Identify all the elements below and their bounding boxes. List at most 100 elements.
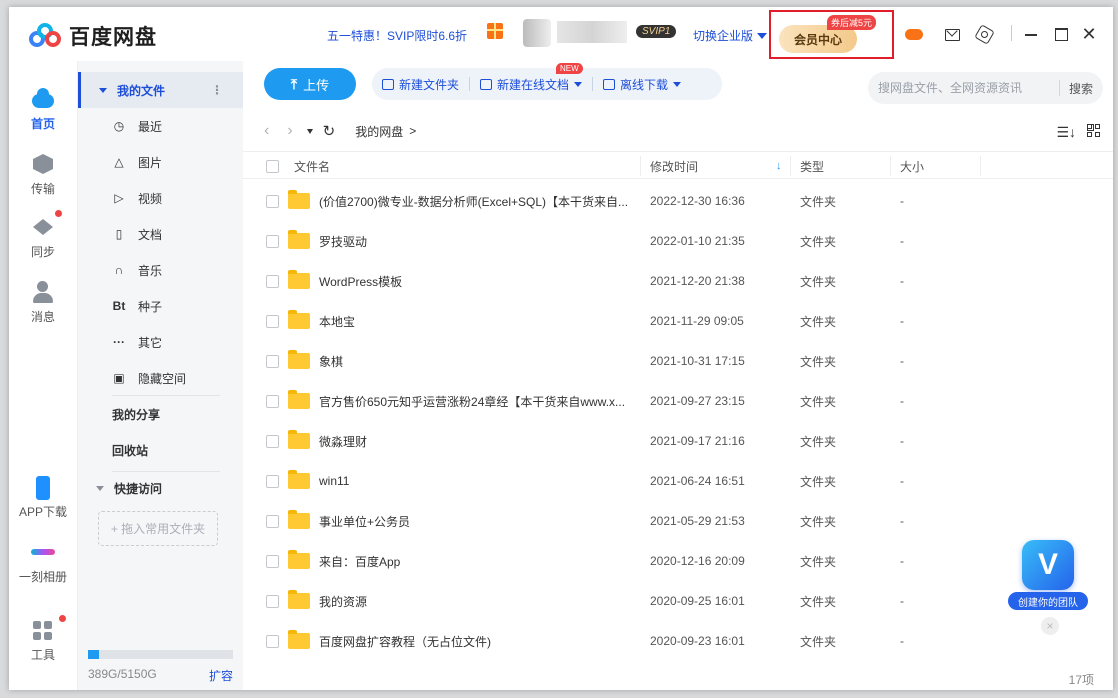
sidebar-item-category[interactable]: ◷ 最近 <box>78 108 244 144</box>
sidebar-item-category[interactable]: △ 图片 <box>78 144 244 180</box>
grid-view-icon[interactable] <box>1087 124 1101 138</box>
offline-download-button[interactable]: 离线下载 <box>593 76 691 93</box>
file-name[interactable]: 本地宝 <box>319 313 639 330</box>
row-checkbox[interactable] <box>266 514 279 528</box>
sort-list-icon[interactable]: ☰↓ <box>1056 124 1076 141</box>
quick-access-drop-zone[interactable]: + 拖入常用文件夹 <box>98 511 218 546</box>
row-checkbox[interactable] <box>266 274 279 288</box>
folder-icon <box>288 550 310 569</box>
new-folder-button[interactable]: 新建文件夹 <box>372 76 469 93</box>
maximize-icon[interactable] <box>1053 25 1071 43</box>
sidebar-item-my-files[interactable]: 我的文件 ⋮ <box>78 72 244 108</box>
row-checkbox[interactable] <box>266 634 279 648</box>
more-vertical-icon[interactable]: ⋮ <box>211 83 223 97</box>
avatar[interactable] <box>523 19 551 47</box>
switch-enterprise-button[interactable]: 切换企业版 <box>693 27 768 44</box>
upload-button[interactable]: ⤒ 上传 <box>264 68 356 100</box>
row-checkbox[interactable] <box>266 394 279 408</box>
sidebar-item-category[interactable]: ▷ 视频 <box>78 180 244 216</box>
row-checkbox[interactable] <box>266 434 279 448</box>
row-checkbox[interactable] <box>266 554 279 568</box>
settings-icon[interactable] <box>975 25 993 43</box>
column-header-type[interactable]: 类型 <box>800 152 824 180</box>
table-row[interactable]: 罗技驱动 2022-01-10 21:35 文件夹 - <box>243 221 1113 261</box>
table-row[interactable]: win11 2021-06-24 16:51 文件夹 - <box>243 461 1113 501</box>
username-blurred[interactable] <box>557 21 627 43</box>
close-icon[interactable]: ✕ <box>1080 25 1098 43</box>
folder-icon <box>288 430 310 449</box>
column-header-name[interactable]: 文件名 <box>294 152 330 180</box>
back-icon[interactable]: ‹ <box>264 122 269 140</box>
storage-usage-bar <box>88 650 233 659</box>
game-icon[interactable] <box>905 25 923 43</box>
nav-photo[interactable]: 一刻相册 <box>9 541 77 585</box>
sidebar-item-category[interactable]: ▣ 隐藏空间 <box>78 360 244 396</box>
file-name[interactable]: 百度网盘扩容教程（无占位文件) <box>319 633 639 650</box>
table-row[interactable]: 象棋 2021-10-31 17:15 文件夹 - <box>243 341 1113 381</box>
nav-home[interactable]: 首页 <box>9 88 77 132</box>
table-row[interactable]: (价值2700)微专业-数据分析师(Excel+SQL)【本干货来自... 202… <box>243 181 1113 221</box>
sidebar-item-recycle[interactable]: 回收站 <box>78 432 244 468</box>
breadcrumb[interactable]: 我的网盘 <box>355 123 403 140</box>
nav-app-download[interactable]: APP下载 <box>9 476 77 520</box>
file-name[interactable]: win11 <box>319 474 639 488</box>
file-name[interactable]: 象棋 <box>319 353 639 370</box>
row-checkbox[interactable] <box>266 234 279 248</box>
minimize-icon[interactable] <box>1023 25 1041 43</box>
row-checkbox[interactable] <box>266 474 279 488</box>
file-name[interactable]: 官方售价650元知乎运营涨粉24章经【本干货来自www.x... <box>319 393 639 410</box>
file-type: 文件夹 <box>800 274 837 289</box>
sidebar-item-category[interactable]: ∩ 音乐 <box>78 252 244 288</box>
nav-sync[interactable]: 同步 <box>9 216 77 260</box>
sort-desc-icon[interactable]: ↓ <box>776 152 782 180</box>
column-header-size[interactable]: 大小 <box>900 152 924 180</box>
table-row[interactable]: 我的资源 2020-09-25 16:01 文件夹 - <box>243 581 1113 621</box>
file-name[interactable]: 罗技驱动 <box>319 233 639 250</box>
row-checkbox[interactable] <box>266 594 279 608</box>
sidebar-item-category[interactable]: Bt 种子 <box>78 288 244 324</box>
table-row[interactable]: 来自：百度App 2020-12-16 20:09 文件夹 - <box>243 541 1113 581</box>
create-team-widget[interactable]: V 创建你的团队 <box>1008 536 1088 616</box>
row-checkbox[interactable] <box>266 354 279 368</box>
refresh-icon[interactable]: ↻ <box>323 122 336 140</box>
search-input[interactable] <box>868 81 1059 95</box>
column-header-time[interactable]: 修改时间 <box>650 152 698 180</box>
file-name[interactable]: WordPress模板 <box>319 273 639 290</box>
promo-link[interactable]: 五一特惠！SVIP限时6.6折 <box>327 27 467 44</box>
table-row[interactable]: 百度网盘扩容教程（无占位文件) 2020-09-23 16:01 文件夹 - <box>243 621 1113 661</box>
table-row[interactable]: 微淼理财 2021-09-17 21:16 文件夹 - <box>243 421 1113 461</box>
file-name[interactable]: 微淼理财 <box>319 433 639 450</box>
expand-storage-link[interactable]: 扩容 <box>209 667 233 684</box>
sidebar-item-quick-access[interactable]: 快捷访问 <box>78 470 244 506</box>
sidebar-item-category[interactable]: ▯ 文档 <box>78 216 244 252</box>
row-checkbox[interactable] <box>266 194 279 208</box>
close-widget-icon[interactable]: × <box>1041 617 1059 635</box>
svip-badge[interactable]: SVIP1 <box>636 25 677 38</box>
mail-icon[interactable] <box>943 25 961 43</box>
file-name[interactable]: 来自：百度App <box>319 553 639 570</box>
new-online-doc-button[interactable]: 新建在线文档 NEW <box>470 62 592 93</box>
title-bar: 百度网盘 五一特惠！SVIP限时6.6折 SVIP1 切换企业版 会员中心 券后… <box>9 7 1113 61</box>
breadcrumb-separator: > <box>409 124 417 138</box>
table-row[interactable]: 事业单位+公务员 2021-05-29 21:53 文件夹 - <box>243 501 1113 541</box>
main-panel: ⤒ 上传 新建文件夹 新建在线文档 NEW 离线下载 搜网盘文件、全网资源资讯 … <box>243 61 1113 690</box>
file-name[interactable]: (价值2700)微专业-数据分析师(Excel+SQL)【本干货来自... <box>319 193 639 210</box>
table-row[interactable]: WordPress模板 2021-12-20 21:38 文件夹 - <box>243 261 1113 301</box>
nav-transfer[interactable]: 传输 <box>9 153 77 197</box>
history-dropdown-icon[interactable] <box>306 128 313 134</box>
file-name[interactable]: 事业单位+公务员 <box>319 513 639 530</box>
nav-tools[interactable]: 工具 <box>9 619 77 663</box>
search-button[interactable]: 搜索 <box>1060 80 1103 97</box>
table-row[interactable]: 本地宝 2021-11-29 09:05 文件夹 - <box>243 301 1113 341</box>
nav-message[interactable]: 消息 <box>9 281 77 325</box>
sidebar-item-my-share[interactable]: 我的分享 <box>78 396 244 432</box>
select-all-checkbox[interactable] <box>266 159 279 173</box>
file-name[interactable]: 我的资源 <box>319 593 639 610</box>
row-checkbox[interactable] <box>266 314 279 328</box>
chevron-down-icon <box>673 81 682 87</box>
table-row[interactable]: 官方售价650元知乎运营涨粉24章经【本干货来自www.x... 2021-09-… <box>243 381 1113 421</box>
gift-icon[interactable] <box>487 23 503 39</box>
sidebar-item-category[interactable]: ··· 其它 <box>78 324 244 360</box>
toolbar-actions: 新建文件夹 新建在线文档 NEW 离线下载 <box>372 62 722 100</box>
forward-icon[interactable]: › <box>287 122 292 140</box>
